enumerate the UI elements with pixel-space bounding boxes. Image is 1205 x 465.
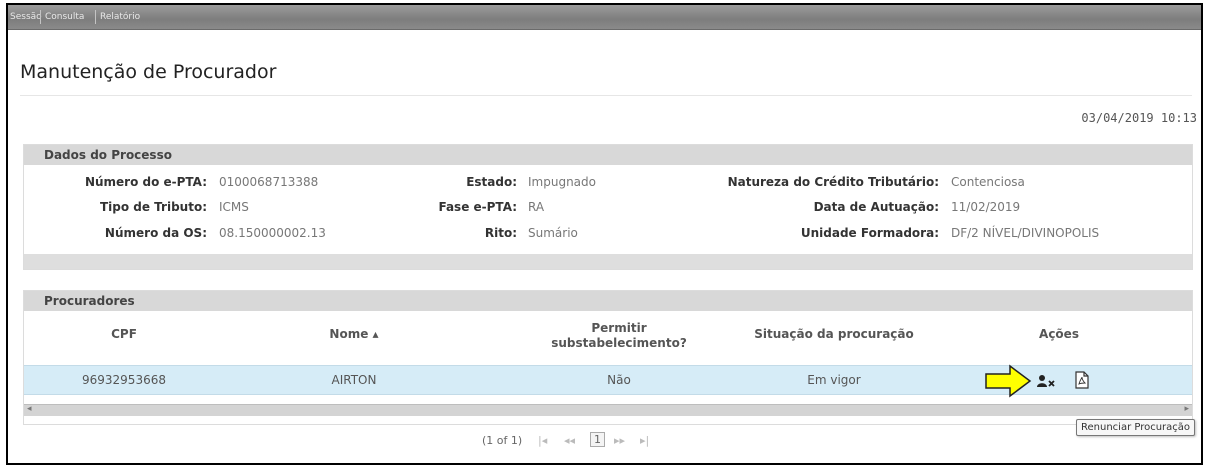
app-window: Sessão Consulta Relatório Manutenção de … <box>6 3 1203 465</box>
first-page-button[interactable]: |◂ <box>538 434 547 447</box>
scroll-right-icon[interactable]: ▸ <box>1184 404 1189 414</box>
field-value-numero-os: 08.150000002.13 <box>219 226 326 240</box>
field-label-fase-epta: Fase e-PTA: <box>438 200 517 214</box>
tooltip: Renunciar Procuração <box>1076 419 1196 436</box>
field-value-fase-epta: RA <box>528 200 545 214</box>
last-page-button[interactable]: ▸| <box>640 434 649 447</box>
remove-user-icon[interactable] <box>1037 374 1055 388</box>
current-datetime: 03/04/2019 10:13 <box>1081 111 1197 125</box>
cell-permitir: Não <box>607 373 631 387</box>
column-header-situacao[interactable]: Situação da procuração <box>724 327 944 342</box>
cell-nome: AIRTON <box>331 373 377 387</box>
field-label-tipo-tributo: Tipo de Tributo: <box>99 200 207 214</box>
title-divider <box>20 95 1192 96</box>
page-number-button[interactable]: 1 <box>590 432 605 447</box>
field-value-estado: Impugnado <box>528 175 596 189</box>
menu-item-consulta[interactable]: Consulta <box>45 12 84 22</box>
field-label-unidade-formadora: Unidade Formadora: <box>800 226 939 240</box>
cell-cpf: 96932953668 <box>82 373 166 387</box>
prev-page-button[interactable]: ◂◂ <box>564 434 575 447</box>
field-value-natureza: Contenciosa <box>951 175 1025 189</box>
menu-divider <box>95 10 96 24</box>
menu-item-relatorio[interactable]: Relatório <box>100 12 140 22</box>
field-label-numero-os: Número da OS: <box>104 226 207 240</box>
paginator: (1 of 1) |◂ ◂◂ 1 ▸▸ ▸| <box>8 430 1201 452</box>
field-label-estado: Estado: <box>466 175 517 189</box>
next-page-button[interactable]: ▸▸ <box>614 434 625 447</box>
field-label-data-autuacao: Data de Autuação: <box>813 200 939 214</box>
attorneys-header: Procuradores <box>24 291 1192 311</box>
field-value-numero-epta: 0100068713388 <box>219 175 319 189</box>
column-header-permitir-line1: Permitir <box>591 321 647 335</box>
menu-divider <box>40 10 41 24</box>
page-title: Manutenção de Procurador <box>20 61 277 83</box>
pointer-arrow-icon <box>985 364 1032 398</box>
scroll-left-icon[interactable]: ◂ <box>27 404 32 414</box>
field-label-natureza: Natureza do Crédito Tributário: <box>727 175 939 189</box>
process-data-header: Dados do Processo <box>24 145 1192 165</box>
pdf-document-icon[interactable] <box>1075 371 1089 389</box>
top-menu-bar: Sessão Consulta Relatório <box>8 5 1201 30</box>
column-header-nome[interactable]: Nome ▴ <box>264 327 444 342</box>
column-header-permitir[interactable]: Permitir substabelecimento? <box>534 321 704 351</box>
column-header-permitir-line2: substabelecimento? <box>551 336 687 350</box>
menu-item-sessao[interactable]: Sessão <box>10 12 42 22</box>
horizontal-scrollbar[interactable]: ◂ ▸ <box>24 404 1192 416</box>
column-header-cpf[interactable]: CPF <box>34 327 214 342</box>
field-value-rito: Sumário <box>528 226 578 240</box>
cell-situacao: Em vigor <box>807 373 861 387</box>
field-value-unidade-formadora: DF/2 NÍVEL/DIVINOPOLIS <box>951 226 1100 240</box>
column-header-acoes: Ações <box>1039 327 1079 341</box>
field-label-numero-epta: Número do e-PTA: <box>84 175 207 189</box>
field-label-rito: Rito: <box>484 226 517 240</box>
page-status: (1 of 1) <box>482 434 523 447</box>
process-data-footer <box>24 254 1192 269</box>
attorneys-panel: Procuradores CPF Nome ▴ Permitir substab… <box>23 290 1193 425</box>
table-row[interactable]: 96932953668 AIRTON Não Em vigor <box>24 364 1192 398</box>
process-data-panel: Dados do Processo Número do e-PTA: 01000… <box>23 144 1193 270</box>
field-value-tipo-tributo: ICMS <box>219 200 249 214</box>
field-value-data-autuacao: 11/02/2019 <box>951 200 1021 214</box>
